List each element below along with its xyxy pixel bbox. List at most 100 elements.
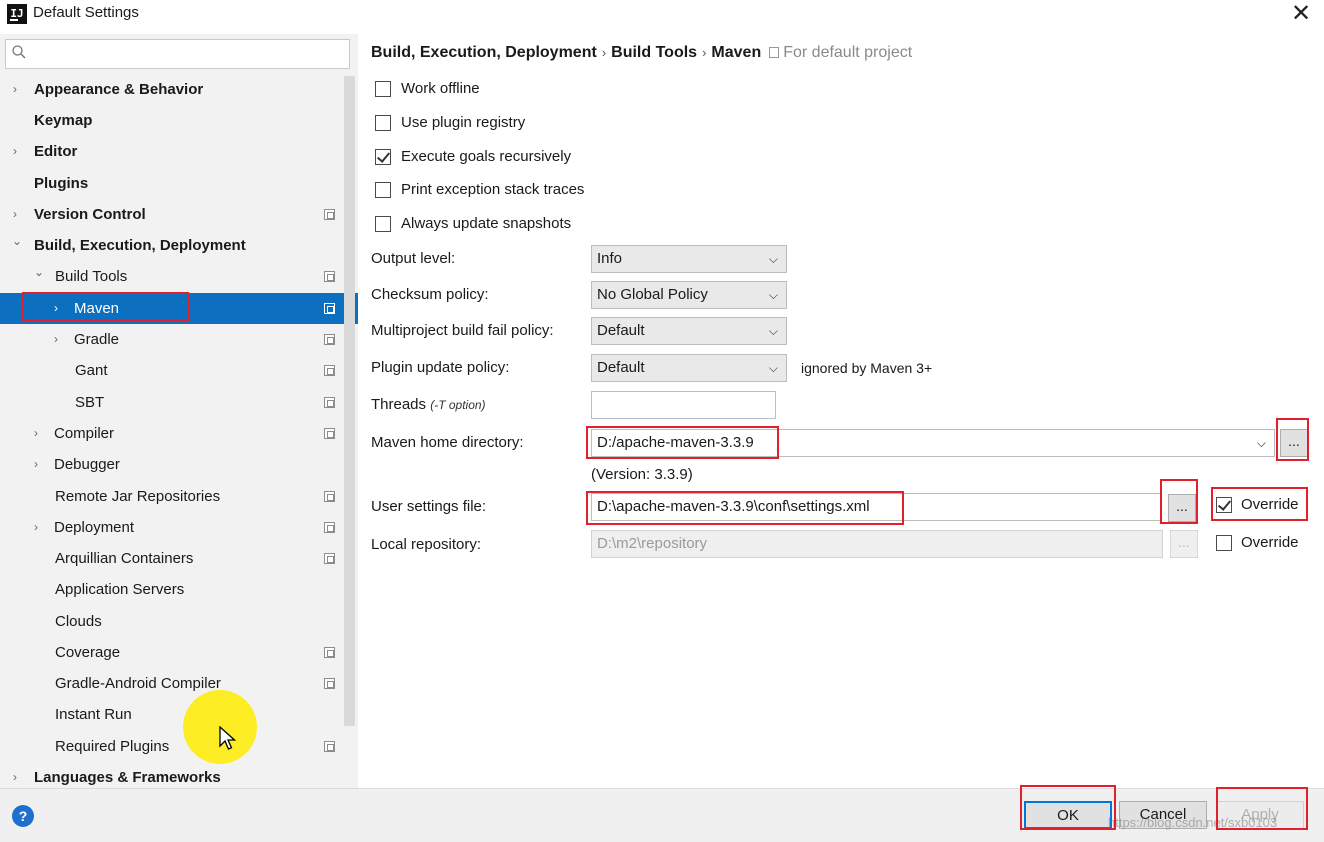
output-level-select[interactable]: Info ⌵ (591, 245, 787, 273)
breadcrumb-item[interactable]: Build, Execution, Deployment (371, 44, 597, 61)
maven-home-browse-button[interactable]: ... (1280, 429, 1308, 457)
watermark-text: https://blog.csdn.net/sxb0103 (1108, 815, 1278, 830)
tree-item-gant[interactable]: Gant (0, 355, 358, 386)
tree-item-arquillian-containers[interactable]: Arquillian Containers (0, 543, 358, 574)
project-settings-icon (324, 428, 335, 439)
checksum-policy-label: Checksum policy: (371, 286, 489, 303)
tree-item-coverage[interactable]: Coverage (0, 637, 358, 668)
plugin-update-policy-select[interactable]: Default ⌵ (591, 354, 787, 382)
chevron-down-icon: ⌵ (768, 361, 778, 375)
chevron-down-icon[interactable]: ⌵ (1257, 430, 1266, 456)
select-value: No Global Policy (597, 286, 708, 303)
override-label: Override (1241, 496, 1299, 513)
tree-item-instant-run[interactable]: Instant Run (0, 699, 358, 730)
chevron-down-icon[interactable]: ⌄ (34, 257, 44, 288)
tree-item-maven[interactable]: › Maven (0, 293, 358, 324)
help-icon[interactable]: ? (12, 805, 34, 827)
chevron-right-icon[interactable]: › (34, 418, 38, 449)
tree-item-debugger[interactable]: › Debugger (0, 449, 358, 480)
checkbox-label: Use plugin registry (401, 114, 526, 131)
tree-item-deployment[interactable]: › Deployment (0, 512, 358, 543)
tree-item-build-tools[interactable]: ⌄ Build Tools (0, 261, 358, 292)
tree-item-keymap[interactable]: Keymap (0, 105, 358, 136)
tree-item-label: Application Servers (55, 581, 185, 598)
maven-home-combo[interactable]: D:/apache-maven-3.3.9 ⌵ (591, 429, 1275, 457)
override-label: Override (1241, 534, 1299, 551)
tree-item-label: Compiler (54, 425, 115, 442)
project-settings-icon (324, 365, 335, 376)
checkbox-box[interactable] (375, 81, 391, 97)
search-box[interactable] (5, 39, 350, 69)
tree-item-appearance-behavior[interactable]: › Appearance & Behavior (0, 74, 358, 105)
plugin-update-policy-label: Plugin update policy: (371, 359, 510, 376)
project-settings-icon (324, 522, 335, 533)
checksum-policy-select[interactable]: No Global Policy ⌵ (591, 281, 787, 309)
chevron-right-icon[interactable]: › (34, 512, 38, 543)
tree-item-label: Build, Execution, Deployment (34, 237, 246, 254)
tree-item-label: Maven (74, 300, 120, 317)
settings-sidebar: › Appearance & Behavior Keymap › Editor … (0, 34, 358, 788)
tree-item-version-control[interactable]: › Version Control (0, 199, 358, 230)
checkbox-label: Print exception stack traces (401, 181, 585, 198)
title-bar: IJ Default Settings ✕ (0, 0, 1324, 28)
checkbox-box[interactable] (375, 182, 391, 198)
dialog-button-bar: ? OK Cancel Apply https://blog.csdn.net/… (0, 788, 1324, 842)
tree-item-compiler[interactable]: › Compiler (0, 418, 358, 449)
output-level-label: Output level: (371, 250, 456, 267)
ok-button[interactable]: OK (1024, 801, 1112, 829)
tree-item-build-execution-deployment[interactable]: ⌄ Build, Execution, Deployment (0, 230, 358, 261)
chevron-down-icon[interactable]: ⌄ (12, 226, 22, 257)
tree-item-remote-jar-repositories[interactable]: Remote Jar Repositories (0, 481, 358, 512)
checkbox-box[interactable] (1216, 535, 1232, 551)
local-repository-input: D:\m2\repository (591, 530, 1163, 558)
project-settings-icon (324, 271, 335, 282)
chevron-right-icon[interactable]: › (54, 293, 58, 324)
window-title: Default Settings (33, 4, 139, 21)
threads-input[interactable] (591, 391, 776, 419)
checkbox-label: Always update snapshots (401, 215, 572, 232)
tree-item-label: Remote Jar Repositories (55, 488, 221, 505)
project-settings-icon (324, 678, 335, 689)
tree-item-required-plugins[interactable]: Required Plugins (0, 731, 358, 762)
tree-item-label: Clouds (55, 613, 102, 630)
threads-hint: (-T option) (430, 398, 486, 412)
local-repository-browse-button: ... (1170, 530, 1198, 558)
threads-label-text: Threads (371, 396, 427, 413)
tree-item-label: Editor (34, 143, 78, 160)
multiproject-fail-policy-select[interactable]: Default ⌵ (591, 317, 787, 345)
tree-item-label: Debugger (54, 456, 120, 473)
tree-item-application-servers[interactable]: Application Servers (0, 574, 358, 605)
breadcrumb-item: Maven (711, 44, 762, 61)
tree-item-sbt[interactable]: SBT (0, 387, 358, 418)
checkbox-box[interactable] (375, 216, 391, 232)
chevron-right-icon[interactable]: › (13, 136, 17, 167)
tree-item-label: Instant Run (55, 706, 132, 723)
multiproject-fail-policy-label: Multiproject build fail policy: (371, 322, 554, 339)
project-settings-icon (324, 397, 335, 408)
chevron-right-icon[interactable]: › (13, 74, 17, 105)
breadcrumb-item[interactable]: Build Tools (611, 44, 697, 61)
mouse-pointer-icon (219, 726, 237, 750)
sidebar-scrollbar[interactable] (344, 76, 355, 726)
tree-item-editor[interactable]: › Editor (0, 136, 358, 167)
user-settings-browse-button[interactable]: ... (1168, 494, 1196, 522)
breadcrumb: Build, Execution, Deployment › Build Tools… (371, 44, 912, 62)
chevron-right-icon[interactable]: › (34, 449, 38, 480)
checkbox-box-checked[interactable] (1216, 497, 1232, 513)
project-settings-icon (769, 47, 780, 58)
search-input[interactable] (32, 43, 342, 65)
tree-item-plugins[interactable]: Plugins (0, 168, 358, 199)
user-settings-input[interactable]: D:\apache-maven-3.3.9\conf\settings.xml (591, 493, 1161, 521)
tree-item-gradle[interactable]: › Gradle (0, 324, 358, 355)
chevron-down-icon: ⌵ (768, 252, 778, 266)
chevron-right-icon[interactable]: › (54, 324, 58, 355)
checkbox-box-checked[interactable] (375, 149, 391, 165)
select-value: Default (597, 359, 645, 376)
tree-item-clouds[interactable]: Clouds (0, 606, 358, 637)
maven-version-text: (Version: 3.3.9) (591, 466, 693, 483)
close-button[interactable]: ✕ (1288, 0, 1314, 26)
checkbox-box[interactable] (375, 115, 391, 131)
tree-item-gradle-android-compiler[interactable]: Gradle-Android Compiler (0, 668, 358, 699)
tree-item-label: Build Tools (55, 268, 128, 285)
tree-item-label: SBT (75, 394, 105, 411)
